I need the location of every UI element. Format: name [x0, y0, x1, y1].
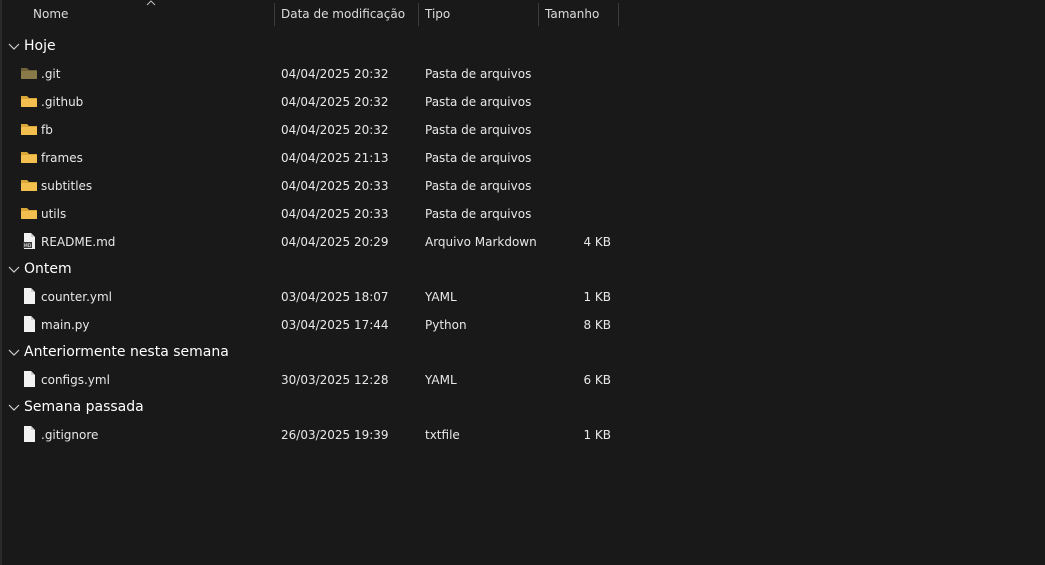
- chevron-down-icon[interactable]: [8, 40, 20, 52]
- file-name: .gitignore: [41, 428, 99, 442]
- column-header-bar: Nome Data de modificação Tipo Tamanho: [0, 0, 1045, 29]
- file-type: YAML: [425, 290, 457, 304]
- group-header[interactable]: Hoje: [0, 34, 1045, 58]
- file-type: Pasta de arquivos: [425, 207, 532, 221]
- file-date: 30/03/2025 12:28: [281, 373, 389, 387]
- file-row[interactable]: main.py 03/04/2025 17:44 Python 8 KB: [0, 312, 620, 338]
- file-name: configs.yml: [41, 373, 110, 387]
- file-size: 8 KB: [583, 318, 611, 332]
- file-type: Python: [425, 318, 467, 332]
- file-row[interactable]: counter.yml 03/04/2025 18:07 YAML 1 KB: [0, 284, 620, 310]
- folder-icon: [21, 96, 37, 107]
- file-name: frames: [41, 151, 83, 165]
- chevron-down-icon[interactable]: [8, 401, 20, 413]
- svg-text:MD: MD: [24, 243, 32, 249]
- file-row[interactable]: configs.yml 30/03/2025 12:28 YAML 6 KB: [0, 367, 620, 393]
- file-name: main.py: [41, 318, 90, 332]
- file-icon: [24, 371, 35, 387]
- markdown-file-icon: MD: [23, 233, 35, 249]
- column-divider[interactable]: [618, 3, 619, 26]
- file-name: .git: [41, 67, 61, 81]
- file-icon: [24, 426, 35, 442]
- file-icon: [24, 288, 35, 304]
- file-date: 04/04/2025 20:32: [281, 95, 389, 109]
- file-type: Arquivo Markdown: [425, 235, 537, 249]
- folder-icon: [21, 124, 37, 135]
- group-label: Anteriormente nesta semana: [24, 344, 229, 360]
- file-date: 04/04/2025 20:32: [281, 123, 389, 137]
- file-row[interactable]: MD README.md 04/04/2025 20:29 Arquivo Markd…: [0, 229, 620, 255]
- file-row[interactable]: .git 04/04/2025 20:32 Pasta de arquivos: [0, 61, 620, 87]
- group-header[interactable]: Semana passada: [0, 395, 1045, 419]
- file-name: .github: [41, 95, 84, 109]
- file-date: 04/04/2025 20:32: [281, 67, 389, 81]
- file-date: 03/04/2025 18:07: [281, 290, 389, 304]
- file-name: utils: [41, 207, 67, 221]
- group-label: Semana passada: [24, 399, 144, 415]
- group-header[interactable]: Ontem: [0, 257, 1045, 281]
- group-label: Ontem: [24, 261, 72, 277]
- file-icon: [24, 316, 35, 332]
- chevron-down-icon[interactable]: [8, 346, 20, 358]
- file-name: subtitles: [41, 179, 93, 193]
- file-name: counter.yml: [41, 290, 113, 304]
- file-date: 04/04/2025 21:13: [281, 151, 389, 165]
- column-header-size[interactable]: Tamanho: [538, 0, 618, 29]
- group-label: Hoje: [24, 38, 56, 54]
- file-name: fb: [41, 123, 53, 137]
- folder-icon: [21, 208, 37, 219]
- file-date: 03/04/2025 17:44: [281, 318, 389, 332]
- group-header[interactable]: Anteriormente nesta semana: [0, 340, 1045, 364]
- column-header-type[interactable]: Tipo: [418, 0, 538, 29]
- file-row[interactable]: fb 04/04/2025 20:32 Pasta de arquivos: [0, 117, 620, 143]
- file-row[interactable]: frames 04/04/2025 21:13 Pasta de arquivos: [0, 145, 620, 171]
- file-row[interactable]: .github 04/04/2025 20:32 Pasta de arquivos: [0, 89, 620, 115]
- chevron-down-icon[interactable]: [8, 263, 20, 275]
- file-type: Pasta de arquivos: [425, 95, 532, 109]
- folder-icon: [21, 180, 37, 191]
- file-name: README.md: [41, 235, 116, 249]
- file-size: 4 KB: [583, 235, 611, 249]
- column-header-date[interactable]: Data de modificação: [274, 0, 418, 29]
- file-type: txtfile: [425, 428, 460, 442]
- file-type: Pasta de arquivos: [425, 179, 532, 193]
- file-date: 04/04/2025 20:33: [281, 179, 389, 193]
- file-size: 6 KB: [583, 373, 611, 387]
- file-date: 04/04/2025 20:33: [281, 207, 389, 221]
- file-row[interactable]: utils 04/04/2025 20:33 Pasta de arquivos: [0, 201, 620, 227]
- file-date: 04/04/2025 20:29: [281, 235, 389, 249]
- file-type: Pasta de arquivos: [425, 123, 532, 137]
- file-date: 26/03/2025 19:39: [281, 428, 389, 442]
- file-row[interactable]: .gitignore 26/03/2025 19:39 txtfile 1 KB: [0, 422, 620, 448]
- file-row[interactable]: subtitles 04/04/2025 20:33 Pasta de arquiv…: [0, 173, 620, 199]
- folder-dark-icon: [21, 68, 37, 79]
- file-type: Pasta de arquivos: [425, 67, 532, 81]
- file-size: 1 KB: [583, 428, 611, 442]
- folder-icon: [21, 152, 37, 163]
- file-size: 1 KB: [583, 290, 611, 304]
- file-type: Pasta de arquivos: [425, 151, 532, 165]
- file-type: YAML: [425, 373, 457, 387]
- column-header-name[interactable]: Nome: [26, 0, 274, 29]
